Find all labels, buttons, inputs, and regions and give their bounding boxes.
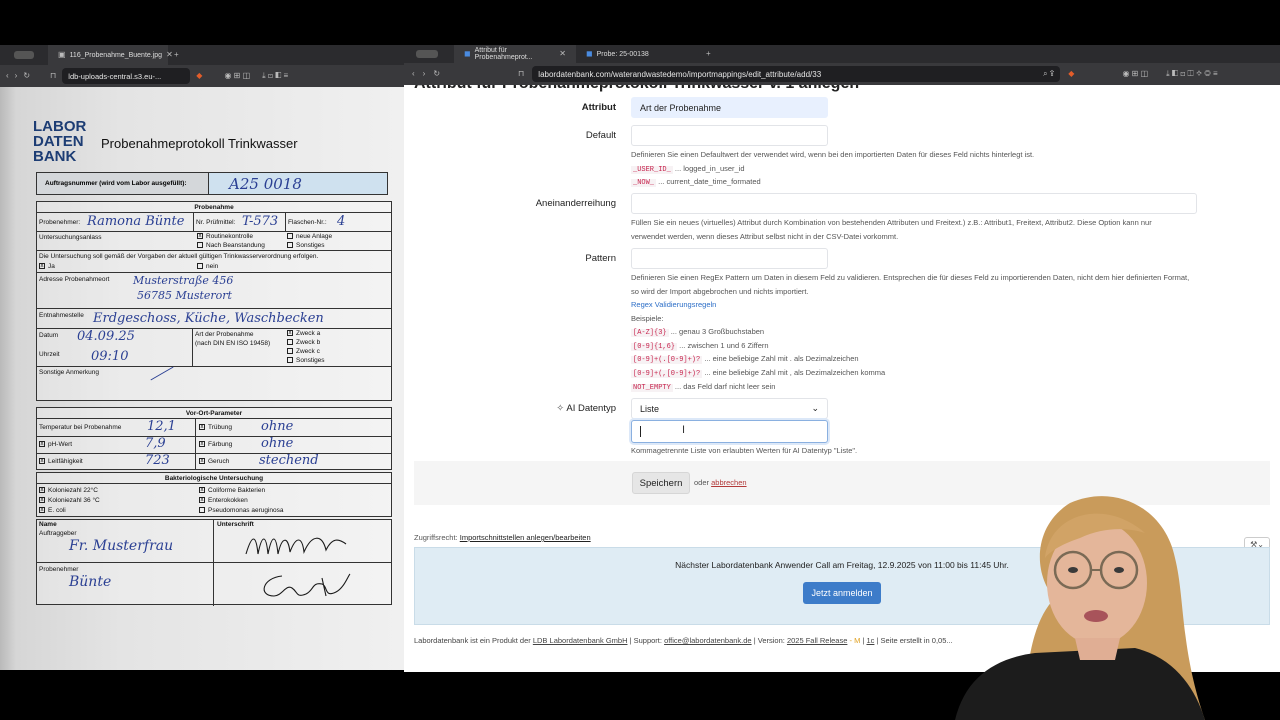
save-button[interactable]: Speichern (632, 472, 690, 494)
protocol-title: Probenahmeprotokoll Trinkwasser (101, 136, 298, 151)
text-cursor-icon: I (682, 424, 686, 436)
vor-ort-block: Vor-Ort-Parameter Temperatur bei Probena… (36, 407, 392, 470)
default-input[interactable] (631, 125, 828, 146)
attribut-field[interactable]: Art der Probenahme (631, 97, 828, 118)
ai-datentyp-select[interactable]: Liste ⌄ (631, 398, 828, 419)
sidebar-toggle-icon[interactable] (14, 51, 34, 59)
company-link[interactable]: LDB Labordatenbank GmbH (533, 636, 628, 645)
verordnung-row: Die Untersuchung soll gemäß der Vorgaben… (37, 251, 391, 273)
left-address-bar: ‹ › ↻ ⊓ ldb-uploads-central.s3.eu-... ◆ … (0, 65, 404, 87)
forward-icon[interactable]: › (15, 72, 18, 80)
bookmark-icon[interactable]: ⊓ (50, 72, 56, 80)
extension-icon[interactable]: ◉ ⊞ ◫ (1122, 70, 1148, 78)
zugriff-line: Zugriffsrecht: Importschnittstellen anle… (414, 533, 591, 542)
reload-icon[interactable]: ↻ (433, 70, 440, 78)
back-icon[interactable]: ‹ (6, 72, 9, 80)
example-row: [0-9]+(.[0-9]+)? ... eine beliebige Zahl… (631, 354, 859, 364)
probenahme-block: Probenahme Probenehmer: Ramona Bünte Nr.… (36, 201, 392, 401)
entnahme-row: Entnahmestelle Erdgeschoss, Küche, Wasch… (37, 309, 391, 329)
reload-icon[interactable]: ↻ (23, 72, 30, 80)
labordatenbank-logo: LABOR DATEN BANK (33, 118, 87, 165)
register-button[interactable]: Jetzt anmelden (803, 582, 881, 604)
left-url-field[interactable]: ldb-uploads-central.s3.eu-... (62, 68, 191, 84)
anmerkung-row: Sonstige Anmerkung (37, 366, 391, 389)
left-tab-bar: ▣ 116_Probenahme_Buente.jpg ✕ + (0, 45, 404, 65)
ai-datentyp-label: ✧ AI Datentyp (556, 403, 616, 414)
probenahme-header: Probenahme (37, 202, 391, 213)
datum-row: Datum 04.09.25 Uhrzeit 09:10 Art der Pro… (37, 329, 391, 367)
anlass-row: Untersuchungsanlass x Routinekontrolle ne… (37, 232, 391, 251)
release-link[interactable]: 2025 Fall Release (787, 636, 847, 645)
signature-block: Name Auftraggeber Fr. Musterfrau Untersc… (36, 519, 392, 606)
probenehmer-row: Probenehmer: Ramona Bünte Nr. Prüfmittel… (37, 213, 391, 232)
left-tab[interactable]: ▣ 116_Probenahme_Buente.jpg ✕ (48, 45, 173, 65)
default-label: Default (585, 130, 616, 141)
example-row: NOT_EMPTY ... das Feld darf nicht leer s… (631, 382, 776, 392)
chevron-down-icon: ⌄ (811, 403, 819, 413)
email-link[interactable]: office@labordatenbank.de (664, 636, 752, 645)
new-tab-icon[interactable]: + (174, 51, 179, 59)
signature-probenehmer (263, 573, 351, 597)
close-icon[interactable]: ✕ (559, 50, 566, 58)
download-icon[interactable]: ⤓ ⊡ ◧ ≡ (262, 72, 288, 80)
tab-probe[interactable]: ◼ Probe: 25-00138 (576, 45, 700, 63)
right-address-bar: ‹ › ↻ ⊓ labordatenbank.com/waterandwaste… (404, 63, 1280, 85)
presenter-webcam (955, 496, 1205, 720)
brave-icon[interactable]: ◆ (1068, 70, 1074, 78)
new-tab-icon[interactable]: + (706, 50, 711, 58)
bookmark-icon[interactable]: ⊓ (518, 70, 524, 78)
right-tab-bar: ◼ Attribut für Probenahmeprot... ✕ ◼ Pro… (404, 45, 1280, 63)
forward-icon[interactable]: › (423, 70, 426, 78)
sample-protocol-image: LABOR DATEN BANK Probenahmeprotokoll Trink… (0, 87, 404, 670)
image-icon: ▣ (58, 50, 66, 59)
page-icon: ◼ (586, 49, 593, 58)
sparkle-icon: ✧ (556, 403, 565, 414)
auftrag-row: Auftragsnummer (wird vom Labor ausgefüll… (36, 172, 388, 195)
pattern-label: Pattern (585, 253, 616, 264)
adresse-row: Adresse Probenahmeort Musterstraße 456 5… (37, 273, 391, 309)
default-help: Definieren Sie einen Defaultwert der ver… (631, 150, 1035, 159)
bakt-block: Bakteriologische Untersuchung x Kolonieza… (36, 472, 392, 517)
right-url-field[interactable]: labordatenbank.com/waterandwastedemo/imp… (532, 66, 1061, 82)
zugriff-link[interactable]: Importschnittstellen anlegen/bearbeiten (460, 533, 591, 542)
sidebar-toggle-icon[interactable] (416, 50, 438, 58)
code-now-line: _NOW_ ... current_date_time_formated (631, 177, 761, 187)
aneinander-input[interactable] (631, 193, 1197, 214)
auftrag-value: A25 0018 (209, 173, 387, 194)
example-row: [A-Z]{3} ... genau 3 Großbuchstaben (631, 327, 765, 337)
back-icon[interactable]: ‹ (412, 70, 415, 78)
regex-link[interactable]: Regex Validierungsregeln (631, 298, 716, 311)
zoom-icon[interactable]: ⌕ ⇪ (1043, 70, 1054, 78)
download-icon[interactable]: ⤓ ◧ ⊡ ◫ ✧ ◎ ≡ (1166, 70, 1217, 78)
cancel-link[interactable]: abbrechen (711, 478, 746, 487)
extension-icon[interactable]: ◉ ⊞ ◫ (224, 72, 250, 80)
signature-auftraggeber (245, 537, 347, 555)
footer: Labordatenbank ist ein Produkt der LDB L… (414, 636, 953, 645)
brave-icon[interactable]: ◆ (196, 72, 202, 80)
aneinander-label: Aneinanderreihung (535, 198, 616, 209)
example-row: [0-9]+(,[0-9]+)? ... eine beliebige Zahl… (631, 368, 886, 378)
attribut-label: Attribut (581, 102, 616, 113)
left-tab-title: 116_Probenahme_Buente.jpg (69, 51, 163, 59)
auftrag-label: Auftragsnummer (wird vom Labor ausgefüll… (37, 173, 209, 194)
pattern-input[interactable] (631, 248, 828, 269)
page-icon: ◼ (464, 49, 471, 58)
close-icon[interactable]: ✕ (166, 51, 173, 59)
ai-list-input[interactable]: I (631, 420, 828, 443)
tab-attribut[interactable]: ◼ Attribut für Probenahmeprot... ✕ (454, 45, 576, 63)
page-title: Attribut für Probenahmeprotokoll Trinkwa… (414, 85, 859, 93)
